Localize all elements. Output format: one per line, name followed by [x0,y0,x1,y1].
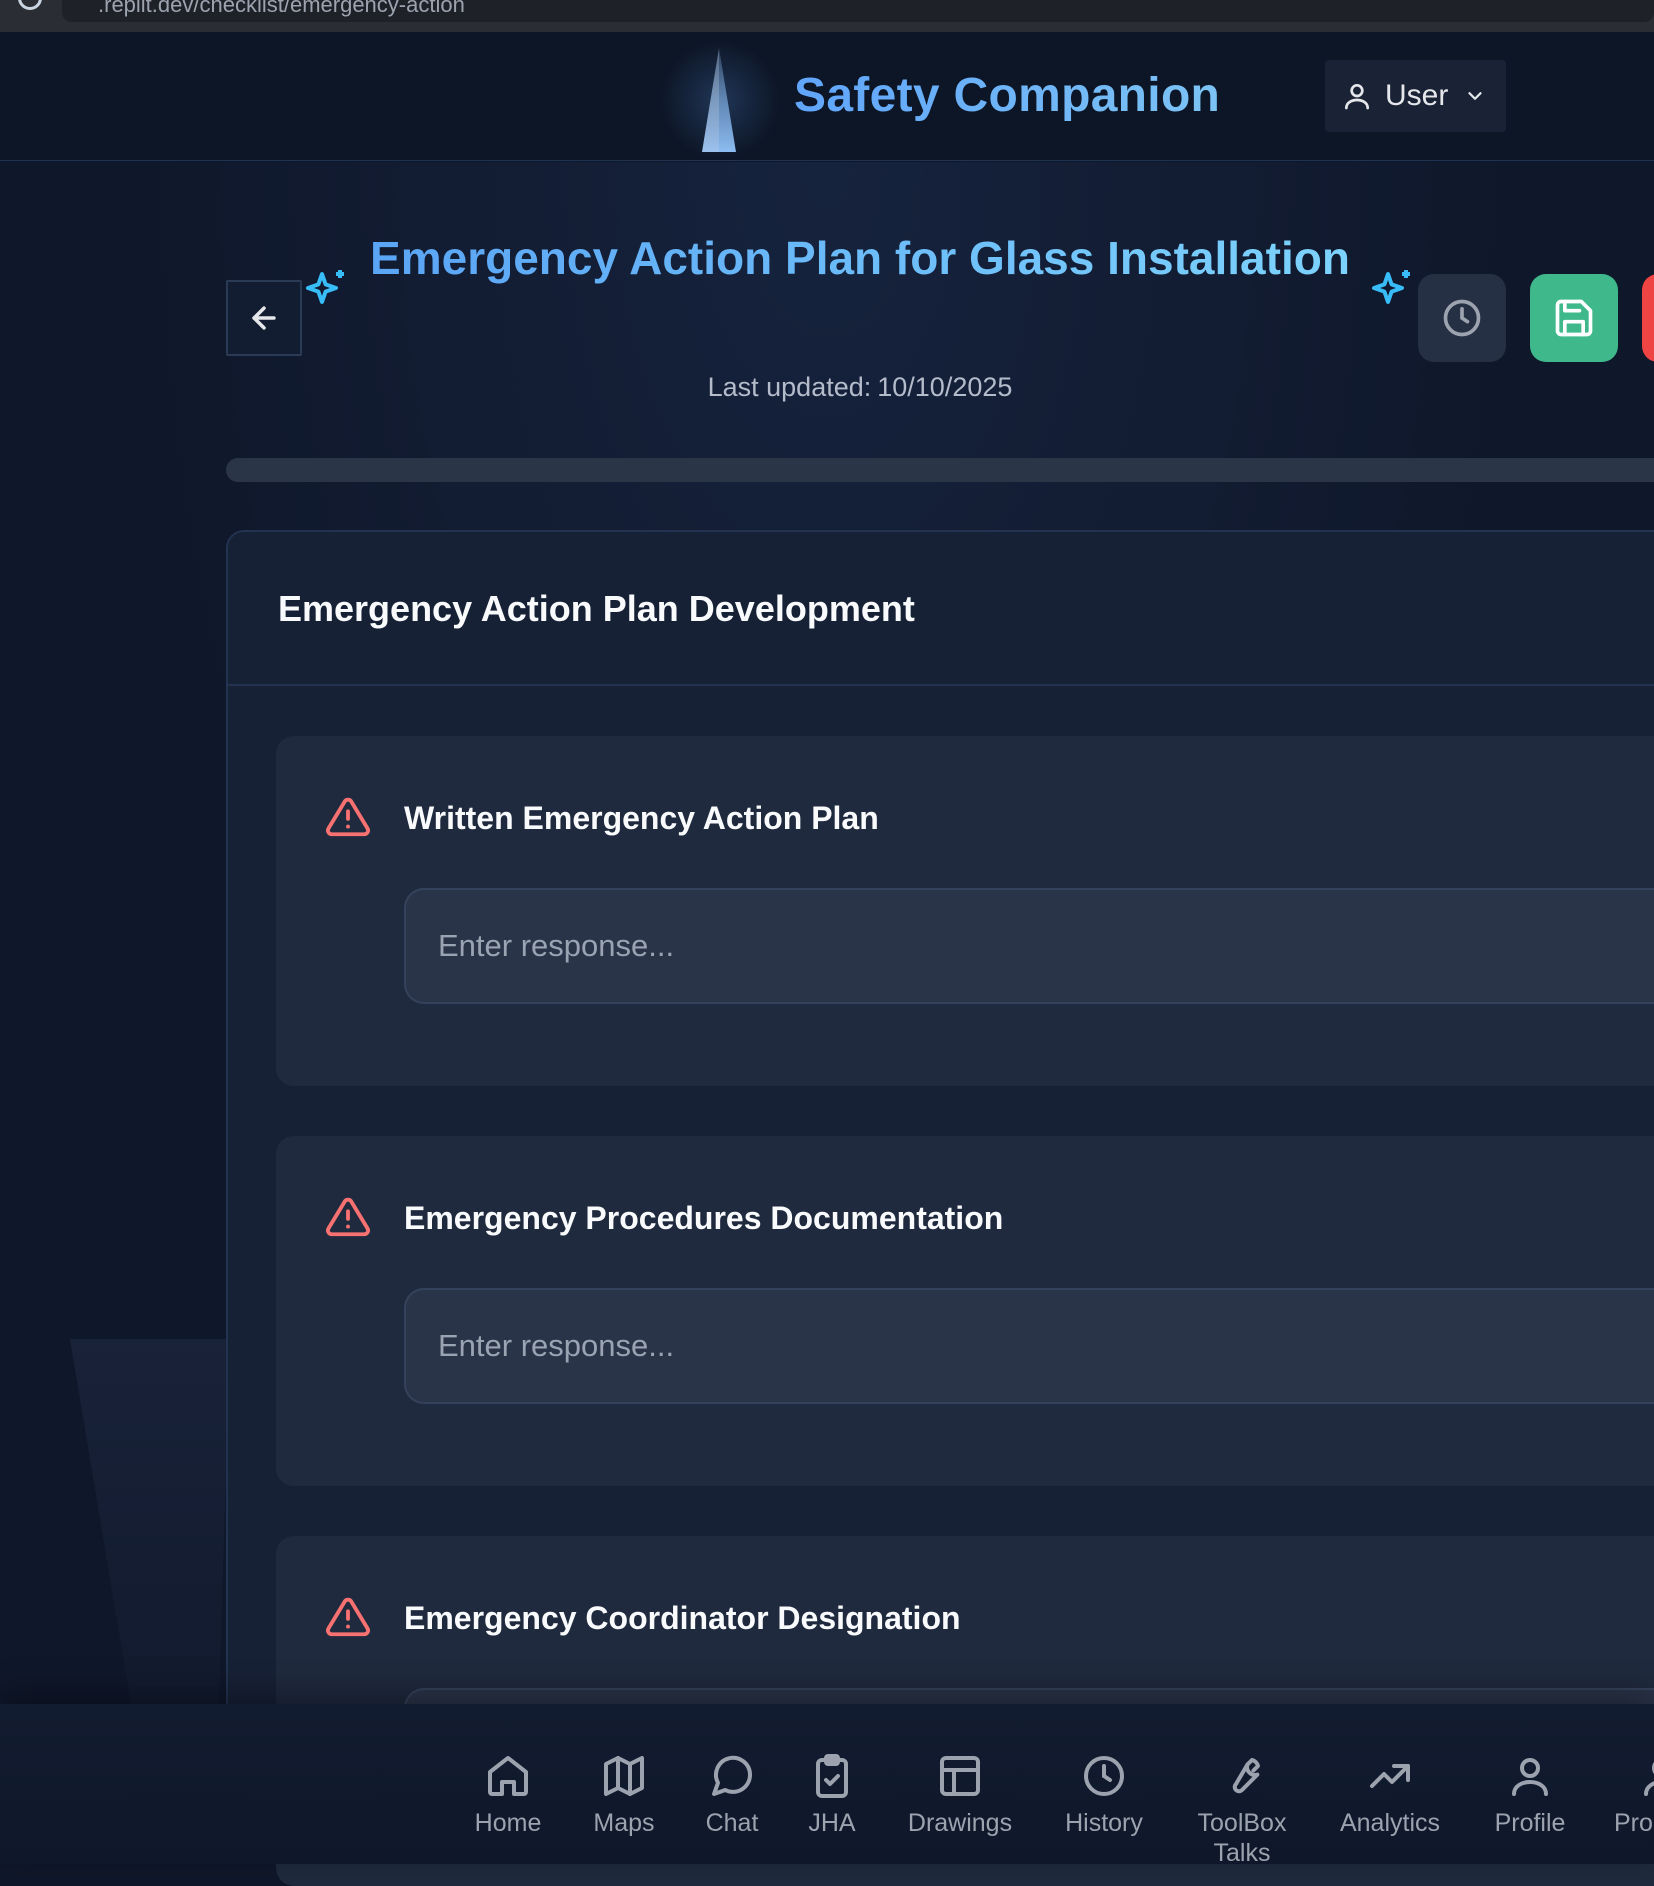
url-text: .replit.dev/checklist/emergency-action [98,0,465,17]
alert-triangle-icon [326,1597,370,1637]
user-icon [1512,1758,1548,1796]
clock-icon [1084,1756,1124,1796]
section-header: Emergency Action Plan Development [228,532,1654,686]
nav-label: ToolBox Talks [1197,1809,1287,1867]
clipboard-check-icon [816,1754,848,1798]
clock-icon [1443,299,1481,337]
app-header: Safety Companion User [0,32,1654,161]
nav-label: Pro [1614,1809,1653,1837]
checklist-item-label: Emergency Coordinator Designation [404,1600,961,1636]
last-updated-label: Last updated: [707,372,872,402]
chat-icon [712,1755,753,1796]
response-input[interactable] [404,1288,1654,1404]
nav-item-toolbox-talks[interactable]: ToolBox Talks [1190,1752,1294,1868]
last-updated-value: 10/10/2025 [877,372,1013,402]
nav-item-analytics[interactable]: Analytics [1334,1752,1446,1838]
delete-button[interactable] [1642,274,1654,362]
page-title: Emergency Action Plan for Glass Installa… [360,226,1360,290]
user-label: User [1385,79,1449,112]
alert-triangle-icon [326,1197,370,1237]
wrench-icon [1232,1758,1260,1794]
checklist-item-label: Emergency Procedures Documentation [404,1200,1004,1236]
nav-item-profile[interactable]: Profile [1488,1752,1572,1838]
brand-title: Safety Companion [794,69,1221,122]
response-input[interactable] [404,888,1654,1004]
sparkle-icon [306,270,344,304]
alert-triangle-icon [326,797,370,837]
history-button[interactable] [1418,274,1506,362]
nav-label: Chat [705,1809,759,1837]
user-icon [1644,1762,1654,1796]
nav-label: Home [474,1809,542,1837]
back-button[interactable] [226,280,302,356]
section-card: Emergency Action Plan Development Writte… [226,530,1654,1886]
bottom-nav: Home Maps Chat JHA Drawings History Tool… [0,1704,1654,1867]
user-menu-button[interactable]: User [1325,60,1506,132]
nav-label: Profile [1494,1809,1566,1837]
layout-icon [940,1756,980,1796]
checklist-item-label: Written Emergency Action Plan [404,800,879,836]
sparkle-icon [1372,270,1410,304]
logo-icon [702,48,736,152]
nav-item-home[interactable]: Home [468,1752,548,1838]
nav-item-chat[interactable]: Chat [692,1752,772,1838]
chevron-down-icon [1468,92,1482,100]
last-updated: Last updated: 10/10/2025 [360,372,1360,403]
user-icon [1345,84,1369,110]
home-icon [488,1756,528,1796]
checklist-item: Written Emergency Action Plan [276,736,1654,1086]
nav-item-history[interactable]: History [1054,1752,1154,1838]
section-title: Emergency Action Plan Development [278,588,915,629]
map-icon [604,1756,644,1796]
nav-label: Maps [593,1809,655,1837]
trending-up-icon [1370,1764,1410,1788]
nav-item-maps[interactable]: Maps [584,1752,664,1838]
save-button[interactable] [1530,274,1618,362]
nav-item-drawings[interactable]: Drawings [900,1752,1020,1838]
browser-bar: .replit.dev/checklist/emergency-action [0,0,1654,32]
arrow-left-icon [252,306,276,330]
nav-label: History [1065,1809,1143,1837]
nav-label: Drawings [907,1809,1013,1837]
progress-bar [226,458,1654,482]
nav-item-jha[interactable]: JHA [792,1752,872,1838]
nav-item-pro[interactable]: Pro [1614,1752,1654,1838]
checklist-item: Emergency Procedures Documentation [276,1136,1654,1486]
nav-label: Analytics [1339,1809,1441,1837]
url-field[interactable]: .replit.dev/checklist/emergency-action [62,0,1654,22]
reload-icon[interactable] [18,0,42,10]
save-icon [1555,299,1593,337]
nav-label: JHA [808,1809,856,1837]
